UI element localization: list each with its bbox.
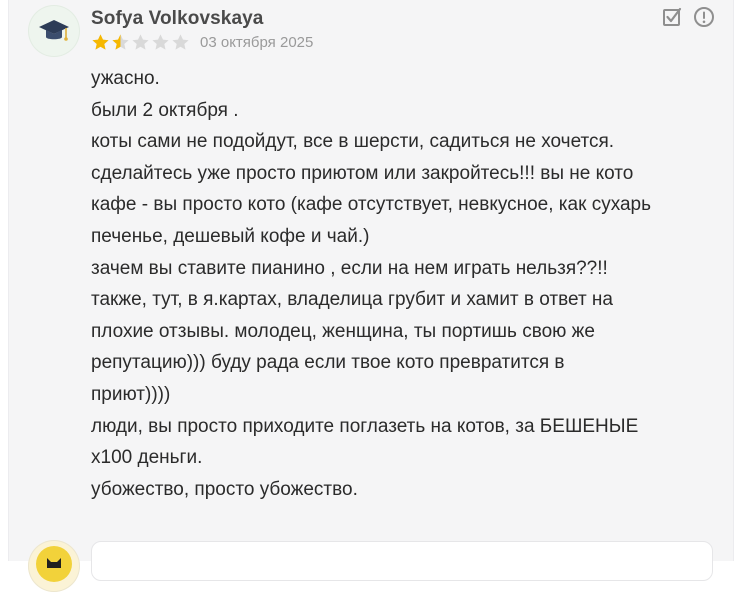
review-text-line: плохие отзывы. молодец, женщина, ты порт… bbox=[91, 320, 595, 342]
star-icon bbox=[92, 34, 109, 50]
review-text-line: ужасно. bbox=[91, 68, 160, 89]
reply-input[interactable] bbox=[91, 541, 713, 581]
review-text-line: печенье, дешевый кофе и чай.) bbox=[91, 225, 370, 247]
review-text-line: были 2 октября . bbox=[91, 99, 239, 121]
star-icon bbox=[112, 34, 129, 50]
review-text-line: кафе - вы просто кото (кафе отсутствует,… bbox=[91, 194, 652, 216]
review-text: ужасно. были 2 октября . коты сами не подо… bbox=[91, 63, 721, 505]
reply-avatar bbox=[28, 540, 80, 592]
graduation-cap-icon bbox=[39, 20, 69, 41]
author-name[interactable]: Sofya Volkovskaya bbox=[91, 8, 263, 30]
review-card: Sofya Volkovskaya 03 октября 2025 ужасно… bbox=[8, 0, 734, 592]
rating-stars bbox=[91, 33, 190, 52]
cat-avatar-icon bbox=[36, 546, 72, 582]
report-exclamation-icon[interactable] bbox=[693, 6, 715, 28]
review-text-line: люди, вы просто приходите поглазеть на к… bbox=[91, 415, 639, 437]
review-text-line: приют)))) bbox=[91, 383, 171, 405]
review-text-line: также, тут, в я.картах, владелица грубит… bbox=[91, 289, 613, 311]
star-icon bbox=[132, 34, 149, 50]
review-date: 03 октября 2025 bbox=[200, 34, 314, 51]
review-text-line: репутацию))) буду рада если твое кото пр… bbox=[91, 352, 565, 374]
review-text-line: убожество, просто убожество. bbox=[91, 478, 358, 500]
review-text-line: х100 деньги. bbox=[91, 447, 203, 469]
review-text-line: сделайтесь уже просто приютом или закрой… bbox=[91, 162, 634, 184]
review-actions bbox=[661, 6, 715, 28]
edit-check-icon[interactable] bbox=[661, 6, 683, 28]
review-text-line: зачем вы ставите пианино , если на нем и… bbox=[91, 257, 608, 279]
review-text-line: коты сами не подойдут, все в шерсти, сад… bbox=[91, 131, 615, 153]
star-icon bbox=[152, 34, 169, 50]
author-avatar[interactable] bbox=[28, 5, 80, 57]
star-icon bbox=[172, 34, 189, 50]
